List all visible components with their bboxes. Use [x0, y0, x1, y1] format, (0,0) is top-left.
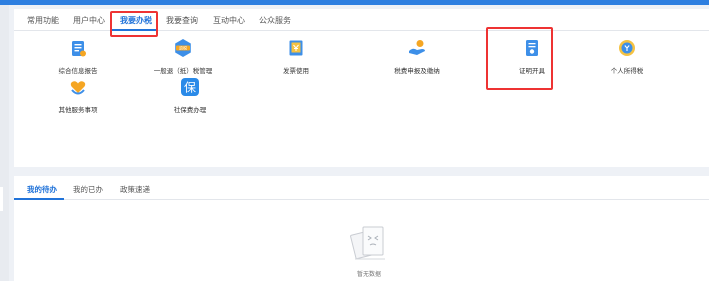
tile-label: 发票使用 [283, 68, 309, 75]
tile-tax-declare[interactable]: 税费申报及缴纳 [372, 38, 462, 86]
service-panel: 常用功能 用户中心 我要办税 我要查询 互动中心 公众服务 综合信息报告 退税 … [14, 9, 709, 167]
tab-interaction-center[interactable]: 互动中心 [213, 14, 245, 28]
tab-public-services[interactable]: 公众服务 [259, 14, 291, 28]
empty-state: 暂无数据 [347, 221, 391, 279]
tab-my-todo[interactable]: 我的待办 [27, 184, 57, 195]
sidebar-handle[interactable] [0, 187, 3, 211]
empty-text: 暂无数据 [356, 272, 381, 278]
tasks-tab-bar: 我的待办 我的已办 政策速递 [14, 176, 709, 200]
tile-invoice[interactable]: 发票使用 [251, 38, 341, 86]
invoice-icon [289, 40, 303, 56]
tile-social-insurance[interactable]: 保 社保费办理 [145, 77, 235, 125]
tile-label: 社保费办理 [173, 107, 207, 114]
tax-refund-icon: 退税 [175, 39, 191, 57]
tab-common-functions[interactable]: 常用功能 [27, 14, 59, 28]
active-tab-underline [14, 198, 64, 200]
top-header-strip [0, 0, 709, 5]
tile-label: 一般退（抵）税管理 [153, 68, 213, 75]
tile-label: 综合信息报告 [58, 68, 98, 75]
tile-label: 税费申报及缴纳 [394, 68, 440, 75]
tab-my-done[interactable]: 我的已办 [73, 184, 103, 195]
tile-label: 个人所得税 [610, 68, 644, 75]
social-insurance-glyph: 保 [184, 81, 196, 95]
tile-personal-income-tax[interactable]: 个人所得税 [582, 38, 672, 86]
tab-policy-express[interactable]: 政策速递 [120, 184, 150, 195]
personal-income-tax-icon [619, 40, 635, 56]
tile-other-services[interactable]: 其他服务事项 [33, 77, 123, 125]
highlight-box-certificate [486, 27, 553, 90]
tax-refund-badge: 退税 [179, 45, 187, 51]
empty-document-icon [350, 226, 385, 260]
highlight-box-tab [110, 11, 158, 37]
tile-label: 其他服务事项 [58, 107, 98, 114]
social-insurance-icon: 保 [181, 78, 199, 96]
report-icon [72, 41, 86, 57]
tab-user-center[interactable]: 用户中心 [73, 14, 105, 28]
left-sidebar-edge [0, 5, 9, 281]
tasks-panel: 我的待办 我的已办 政策速递 暂无数据 [14, 176, 709, 281]
other-services-icon [70, 81, 86, 95]
tax-declare-icon [409, 40, 425, 55]
tab-query[interactable]: 我要查询 [166, 14, 198, 28]
